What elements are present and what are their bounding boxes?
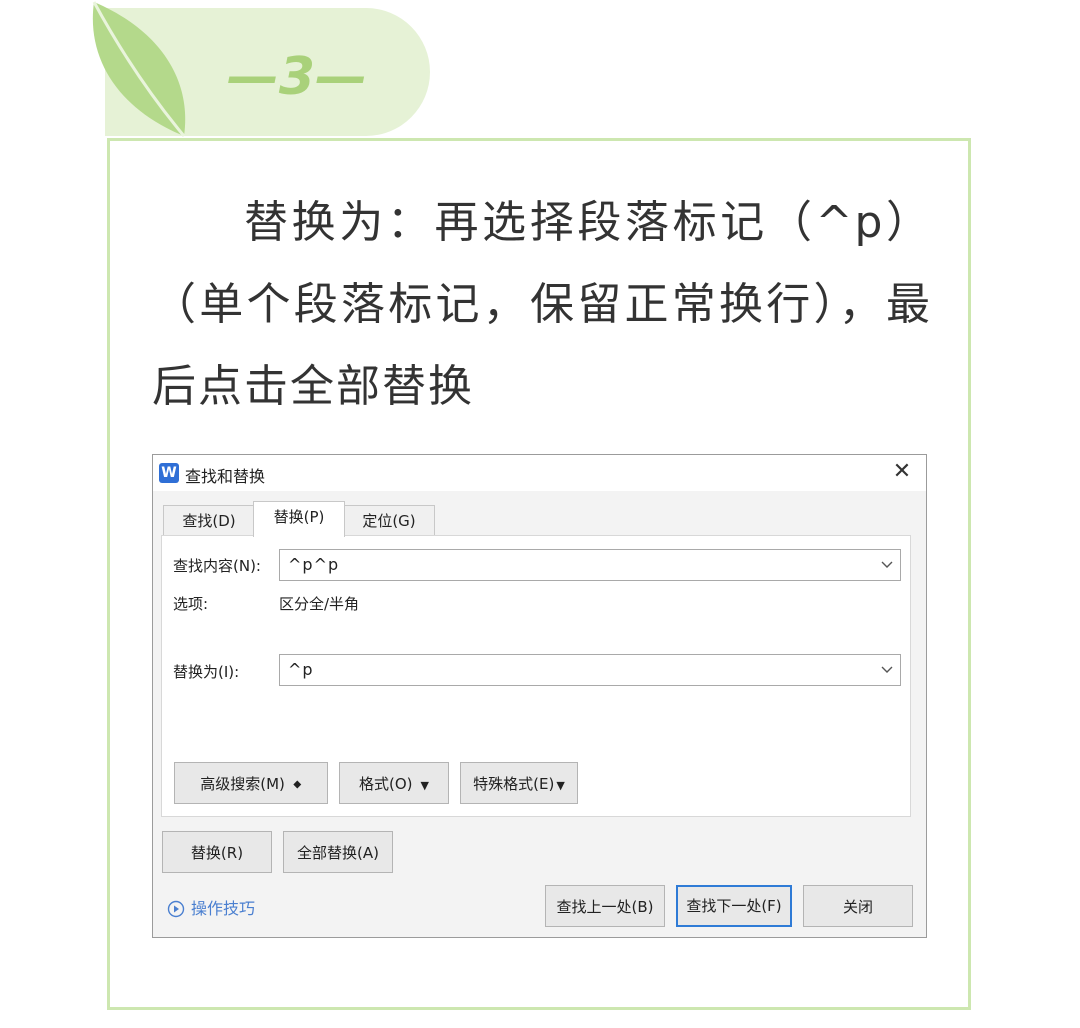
options-value: 区分全/半角 xyxy=(279,595,360,613)
special-format-label: 特殊格式(E) xyxy=(473,775,555,793)
dropdown-arrow-icon: ▼ xyxy=(420,779,429,792)
instruction-text: 替换为：再选择段落标记（^p）（单个段落标记，保留正常换行），最后点击全部替换 xyxy=(152,197,932,412)
format-label: 格式(O) xyxy=(359,775,413,793)
find-previous-button[interactable]: 查找上一处(B) xyxy=(545,885,665,927)
replace-with-combobox[interactable]: ^p xyxy=(279,654,901,686)
replace-with-label: 替换为(I): xyxy=(173,663,240,681)
advanced-search-button[interactable]: 高级搜索(M) ⯁ xyxy=(174,762,328,804)
tips-link[interactable]: 操作技巧 xyxy=(167,895,255,919)
play-circle-icon xyxy=(167,900,185,918)
special-format-button[interactable]: 特殊格式(E) ▼ xyxy=(460,762,578,804)
replace-all-button[interactable]: 全部替换(A) xyxy=(283,831,393,873)
find-next-button[interactable]: 查找下一处(F) xyxy=(676,885,792,927)
format-button[interactable]: 格式(O) ▼ xyxy=(339,762,449,804)
dropdown-arrow-icon: ▼ xyxy=(556,779,565,792)
chevron-down-icon[interactable] xyxy=(880,657,894,681)
close-button[interactable]: 关闭 xyxy=(803,885,913,927)
replace-panel: 查找内容(N): ^p^p 选项: 区分全/半角 替换为(I): ^p 高级搜索… xyxy=(161,535,911,817)
double-chevron-icon: ⯁ xyxy=(292,779,302,792)
tab-goto[interactable]: 定位(G) xyxy=(343,505,435,536)
options-label: 选项: xyxy=(173,595,209,613)
advanced-search-label: 高级搜索(M) xyxy=(200,775,285,793)
leaf-icon xyxy=(92,1,186,137)
close-icon[interactable]: ✕ xyxy=(890,459,914,485)
step-number: —3— xyxy=(226,47,368,107)
replace-button[interactable]: 替换(R) xyxy=(162,831,272,873)
find-what-value: ^p^p xyxy=(288,555,340,574)
replace-with-value: ^p xyxy=(288,660,314,679)
find-what-label: 查找内容(N): xyxy=(173,557,261,575)
tips-label: 操作技巧 xyxy=(191,899,256,918)
tab-find[interactable]: 查找(D) xyxy=(163,505,255,536)
find-replace-dialog: W 查找和替换 ✕ 查找(D) 替换(P) 定位(G) 查找内容(N): ^p^… xyxy=(152,454,927,938)
tab-replace[interactable]: 替换(P) xyxy=(253,501,345,537)
dialog-titlebar: W 查找和替换 ✕ xyxy=(153,455,926,491)
find-what-combobox[interactable]: ^p^p xyxy=(279,549,901,581)
chevron-down-icon[interactable] xyxy=(880,552,894,576)
dialog-title: 查找和替换 xyxy=(185,467,266,486)
wps-app-icon: W xyxy=(159,463,179,483)
